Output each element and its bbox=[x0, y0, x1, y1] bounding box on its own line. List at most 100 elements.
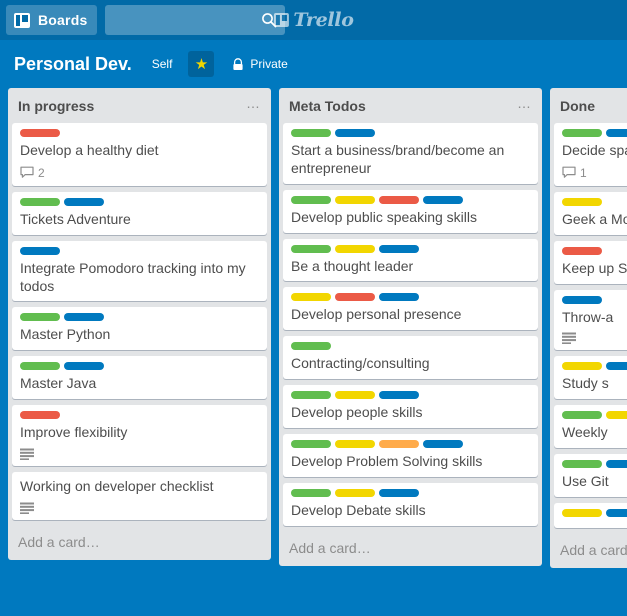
card-title: Weekly bbox=[562, 424, 608, 441]
comment-icon bbox=[20, 166, 34, 179]
card[interactable]: Geek a Monday bbox=[554, 191, 627, 235]
card[interactable]: Integrate Pomodoro tracking into my todo… bbox=[12, 240, 267, 302]
board-header: Personal Dev. Self ★ Private bbox=[0, 40, 627, 88]
list-menu-icon[interactable]: … bbox=[515, 96, 534, 110]
card-title: Master Python bbox=[20, 326, 111, 343]
card-label-green[interactable] bbox=[291, 342, 331, 351]
card[interactable]: Study s bbox=[554, 356, 627, 400]
card-label-red[interactable] bbox=[379, 195, 419, 204]
card[interactable]: Decide space c 1 bbox=[554, 122, 627, 186]
card-label-green[interactable] bbox=[291, 244, 331, 253]
card[interactable] bbox=[554, 503, 627, 529]
card-labels bbox=[20, 128, 259, 137]
card[interactable]: Throw-a bbox=[554, 289, 627, 351]
card-title: Study s bbox=[562, 375, 609, 392]
list-title[interactable]: Meta Todos bbox=[289, 98, 366, 115]
card-label-blue[interactable] bbox=[335, 128, 375, 137]
card-title: Contracting/consulting bbox=[291, 355, 430, 372]
boards-button[interactable]: Boards bbox=[6, 5, 98, 35]
star-board-button[interactable]: ★ bbox=[188, 51, 215, 77]
list-title[interactable]: In progress bbox=[18, 98, 94, 115]
card-label-yellow[interactable] bbox=[335, 391, 375, 400]
boards-button-label: Boards bbox=[38, 12, 88, 28]
card-label-blue[interactable] bbox=[379, 489, 419, 498]
card-label-green[interactable] bbox=[291, 195, 331, 204]
star-icon: ★ bbox=[194, 55, 209, 73]
card[interactable]: Use Git bbox=[554, 454, 627, 498]
list-title[interactable]: Done bbox=[560, 98, 595, 115]
card-label-green[interactable] bbox=[291, 440, 331, 449]
description-badge bbox=[20, 448, 34, 461]
card-label-yellow[interactable] bbox=[335, 440, 375, 449]
card[interactable]: Develop Debate skills bbox=[283, 483, 538, 526]
list-menu-icon[interactable]: … bbox=[244, 96, 263, 110]
card-label-yellow[interactable] bbox=[562, 197, 602, 206]
card-labels bbox=[20, 197, 259, 206]
card-label-blue[interactable] bbox=[606, 362, 627, 371]
card[interactable]: Develop public speaking skills bbox=[283, 189, 538, 233]
card-badges bbox=[562, 332, 627, 345]
search-input[interactable] bbox=[105, 5, 286, 35]
card-label-blue[interactable] bbox=[606, 460, 627, 469]
board-title[interactable]: Personal Dev. bbox=[14, 54, 132, 75]
card-label-yellow[interactable] bbox=[335, 489, 375, 498]
card-label-yellow[interactable] bbox=[562, 509, 602, 518]
card-label-red[interactable] bbox=[20, 128, 60, 137]
card-label-blue[interactable] bbox=[379, 244, 419, 253]
card-label-green[interactable] bbox=[562, 128, 602, 137]
card[interactable]: Master Python bbox=[12, 307, 267, 351]
card-label-yellow[interactable] bbox=[291, 293, 331, 302]
card-label-blue[interactable] bbox=[64, 313, 104, 322]
card-title: Start a business/brand/become an entrepr… bbox=[291, 141, 505, 176]
card-label-green[interactable] bbox=[291, 391, 331, 400]
card-label-blue[interactable] bbox=[562, 295, 602, 304]
card-label-blue[interactable] bbox=[64, 362, 104, 371]
card[interactable]: Be a thought leader bbox=[283, 238, 538, 282]
card[interactable]: Develop people skills bbox=[283, 385, 538, 429]
card-label-blue[interactable] bbox=[379, 293, 419, 302]
card-label-green[interactable] bbox=[291, 128, 331, 137]
card-label-blue[interactable] bbox=[606, 509, 627, 518]
card-label-yellow[interactable] bbox=[606, 411, 627, 420]
search-box[interactable] bbox=[105, 5, 286, 35]
card-label-yellow[interactable] bbox=[335, 195, 375, 204]
card-label-yellow[interactable] bbox=[562, 362, 602, 371]
card-label-blue[interactable] bbox=[423, 195, 463, 204]
add-card-button[interactable]: Add a card… bbox=[550, 534, 627, 568]
add-card-button[interactable]: Add a card… bbox=[279, 532, 542, 566]
card[interactable]: Master Java bbox=[12, 356, 267, 400]
card-labels bbox=[562, 460, 627, 469]
board-visibility-button[interactable]: Private bbox=[226, 53, 293, 75]
card-label-blue[interactable] bbox=[606, 128, 627, 137]
card[interactable]: Tickets Adventure bbox=[12, 191, 267, 235]
card-label-green[interactable] bbox=[20, 313, 60, 322]
card[interactable]: Develop Problem Solving skills bbox=[283, 434, 538, 478]
card-label-green[interactable] bbox=[562, 411, 602, 420]
card-label-red[interactable] bbox=[20, 411, 60, 420]
add-card-button[interactable]: Add a card… bbox=[8, 526, 271, 560]
card-label-green[interactable] bbox=[291, 489, 331, 498]
board-organization[interactable]: Self bbox=[146, 53, 179, 75]
card[interactable]: Develop a healthy diet 2 bbox=[12, 122, 267, 186]
card[interactable]: Develop personal presence bbox=[283, 287, 538, 331]
card-label-red[interactable] bbox=[335, 293, 375, 302]
card-labels bbox=[562, 411, 627, 420]
card-labels bbox=[562, 509, 627, 518]
trello-logo[interactable]: Trello bbox=[273, 9, 354, 31]
card-label-blue[interactable] bbox=[423, 440, 463, 449]
card[interactable]: Working on developer checklist bbox=[12, 472, 267, 521]
card-label-blue[interactable] bbox=[20, 246, 60, 255]
card[interactable]: Weekly bbox=[554, 405, 627, 449]
card[interactable]: Keep up Soyoka bbox=[554, 240, 627, 284]
card[interactable]: Improve flexibility bbox=[12, 405, 267, 467]
card-label-yellow[interactable] bbox=[335, 244, 375, 253]
card-label-blue[interactable] bbox=[379, 391, 419, 400]
card-label-red[interactable] bbox=[562, 246, 602, 255]
card-label-blue[interactable] bbox=[64, 197, 104, 206]
card[interactable]: Start a business/brand/become an entrepr… bbox=[283, 122, 538, 184]
card-label-orange[interactable] bbox=[379, 440, 419, 449]
card[interactable]: Contracting/consulting bbox=[283, 336, 538, 380]
card-label-green[interactable] bbox=[20, 362, 60, 371]
card-label-green[interactable] bbox=[20, 197, 60, 206]
card-label-green[interactable] bbox=[562, 460, 602, 469]
